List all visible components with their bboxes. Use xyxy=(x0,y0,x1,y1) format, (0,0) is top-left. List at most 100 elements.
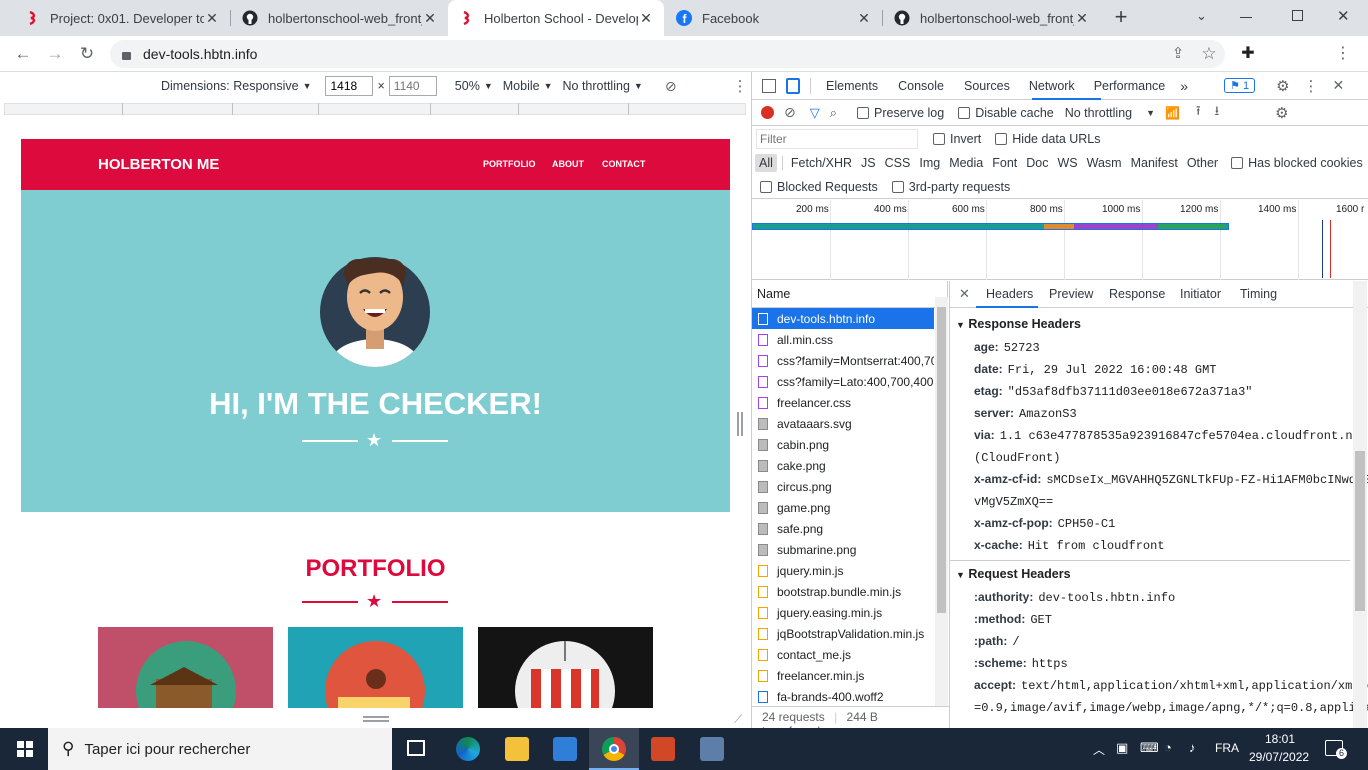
show-hidden-icons[interactable]: ︿ xyxy=(1093,741,1105,758)
export-har-icon[interactable]: ⭳ xyxy=(1215,102,1220,124)
address-bar[interactable]: dev-tools.hbtn.info xyxy=(110,40,1225,68)
close-tab-icon[interactable]: ✕ xyxy=(204,10,220,27)
request-row[interactable]: safe.png xyxy=(752,518,934,539)
search-icon[interactable]: ⌕ xyxy=(830,105,837,121)
tab-performance[interactable]: Performance xyxy=(1094,79,1166,93)
blocked-requests-checkbox[interactable] xyxy=(760,180,772,193)
type-filter-css[interactable]: CSS xyxy=(881,154,915,172)
nav-link-about[interactable]: ABOUT xyxy=(552,159,584,169)
mail-icon[interactable] xyxy=(553,737,577,761)
browser-tab-active[interactable]: Holberton School - Develope ✕ xyxy=(448,0,664,36)
input-indicator-icon[interactable]: ⌨ xyxy=(1140,740,1159,756)
request-row[interactable]: dev-tools.hbtn.info xyxy=(752,308,934,329)
request-row[interactable]: cabin.png xyxy=(752,434,934,455)
zoom-dropdown[interactable]: 50% xyxy=(455,79,480,93)
right-resize-handle[interactable] xyxy=(737,412,739,436)
close-tab-icon[interactable]: ✕ xyxy=(856,10,872,27)
windows-start-icon[interactable] xyxy=(17,741,33,757)
response-headers-section[interactable]: ▼ Response Headers xyxy=(956,317,1081,331)
devtools-menu-icon[interactable]: ⋮ xyxy=(1304,77,1319,95)
request-row[interactable]: jqBootstrapValidation.min.js xyxy=(752,623,934,644)
calculator-icon[interactable] xyxy=(700,737,724,761)
minimize-icon[interactable] xyxy=(1240,17,1252,18)
bookmark-star-icon[interactable]: ☆ xyxy=(1197,42,1221,66)
type-filter-fetch[interactable]: Fetch/XHR xyxy=(787,154,856,172)
request-row[interactable]: fa-brands-400.woff2 xyxy=(752,686,934,706)
rotate-icon[interactable]: ⊘ xyxy=(665,78,677,95)
chrome-taskbar-button[interactable] xyxy=(589,728,639,770)
preserve-log-checkbox[interactable] xyxy=(857,106,870,119)
close-tab-icon[interactable]: ✕ xyxy=(1074,10,1090,27)
request-row[interactable]: bootstrap.bundle.min.js xyxy=(752,581,934,602)
back-icon[interactable]: ← xyxy=(11,42,35,66)
invert-checkbox[interactable] xyxy=(933,133,945,145)
reload-icon[interactable]: ↻ xyxy=(75,42,99,66)
type-filter-all[interactable]: All xyxy=(755,154,777,172)
import-har-icon[interactable]: ⭱ xyxy=(1196,102,1201,124)
request-list-scrollbar[interactable] xyxy=(935,297,948,706)
close-window-icon[interactable]: ✕ xyxy=(1337,7,1350,25)
tab-network[interactable]: Network xyxy=(1029,73,1075,99)
nav-link-contact[interactable]: CONTACT xyxy=(602,159,645,169)
type-filter-font[interactable]: Font xyxy=(988,154,1021,172)
inspect-element-icon[interactable] xyxy=(762,78,776,93)
network-tray-icon[interactable]: ▣ xyxy=(1116,740,1128,756)
browser-tab[interactable]: Project: 0x01. Developer tool ✕ xyxy=(14,0,230,36)
type-filter-doc[interactable]: Doc xyxy=(1022,154,1052,172)
filter-icon[interactable]: ▽ xyxy=(810,105,820,121)
detail-tab-headers[interactable]: Headers xyxy=(986,287,1033,301)
type-filter-other[interactable]: Other xyxy=(1183,154,1222,172)
record-icon[interactable] xyxy=(761,106,774,119)
type-filter-wasm[interactable]: Wasm xyxy=(1083,154,1126,172)
type-filter-img[interactable]: Img xyxy=(915,154,944,172)
request-row[interactable]: circus.png xyxy=(752,476,934,497)
issues-badge[interactable]: ⚑ 1 xyxy=(1224,78,1256,93)
request-row[interactable]: css?family=Montserrat:400,70 xyxy=(752,350,934,371)
clear-icon[interactable]: ⊘ xyxy=(784,104,796,121)
close-tab-icon[interactable]: ✕ xyxy=(638,10,654,27)
file-explorer-icon[interactable] xyxy=(505,737,529,761)
close-devtools-icon[interactable]: ✕ xyxy=(1333,77,1345,94)
extensions-icon[interactable]: ✚ xyxy=(1236,42,1260,66)
portfolio-card-cabin[interactable] xyxy=(98,627,273,708)
disable-cache-checkbox[interactable] xyxy=(958,106,971,119)
edge-icon[interactable] xyxy=(456,737,480,761)
language-indicator[interactable]: FRA xyxy=(1215,741,1239,755)
request-row[interactable]: cake.png xyxy=(752,455,934,476)
name-column-header[interactable]: Name xyxy=(752,281,948,308)
volume-icon[interactable]: ♪ xyxy=(1189,740,1196,755)
clock-date[interactable]: 29/07/2022 xyxy=(1249,750,1309,764)
tab-elements[interactable]: Elements xyxy=(826,79,878,93)
request-row[interactable]: all.min.css xyxy=(752,329,934,350)
type-filter-ws[interactable]: WS xyxy=(1053,154,1081,172)
request-row[interactable]: jquery.min.js xyxy=(752,560,934,581)
network-throttling-dropdown[interactable]: No throttling xyxy=(1065,106,1132,120)
portfolio-card-circus[interactable] xyxy=(478,627,653,708)
width-input[interactable] xyxy=(325,76,374,96)
nav-link-portfolio[interactable]: PORTFOLIO xyxy=(483,159,536,169)
request-headers-section[interactable]: ▼ Request Headers xyxy=(956,567,1071,581)
request-row[interactable]: contact_me.js xyxy=(752,644,934,665)
corner-resize-handle[interactable]: ⟋ xyxy=(734,712,742,727)
taskbar-search[interactable]: ⚲ Taper ici pour rechercher xyxy=(48,728,392,770)
settings-gear-icon[interactable]: ⚙ xyxy=(1276,77,1289,95)
browser-tab[interactable]: holbertonschool-web_front_e ✕ xyxy=(884,0,1100,36)
browser-tab[interactable]: holbertonschool-web_front_e ✕ xyxy=(232,0,448,36)
tab-sources[interactable]: Sources xyxy=(964,79,1010,93)
tab-search-icon[interactable]: ⌄ xyxy=(1196,8,1207,24)
request-row[interactable]: freelancer.min.js xyxy=(752,665,934,686)
request-row[interactable]: submarine.png xyxy=(752,539,934,560)
network-settings-icon[interactable]: ⚙ xyxy=(1275,104,1288,122)
close-tab-icon[interactable]: ✕ xyxy=(422,10,438,27)
tab-console[interactable]: Console xyxy=(898,79,944,93)
restore-icon[interactable] xyxy=(1292,10,1303,21)
third-party-checkbox[interactable] xyxy=(891,180,904,193)
toggle-device-icon[interactable] xyxy=(786,77,800,94)
type-filter-manifest[interactable]: Manifest xyxy=(1127,154,1182,172)
browser-tab[interactable]: f Facebook ✕ xyxy=(666,0,882,36)
powerpoint-icon[interactable] xyxy=(651,737,675,761)
network-overview[interactable]: 200 ms 400 ms 600 ms 800 ms 1000 ms 1200… xyxy=(752,200,1368,280)
filter-input[interactable] xyxy=(756,129,918,149)
forward-icon[interactable]: → xyxy=(43,42,67,66)
type-filter-js[interactable]: JS xyxy=(857,154,880,172)
